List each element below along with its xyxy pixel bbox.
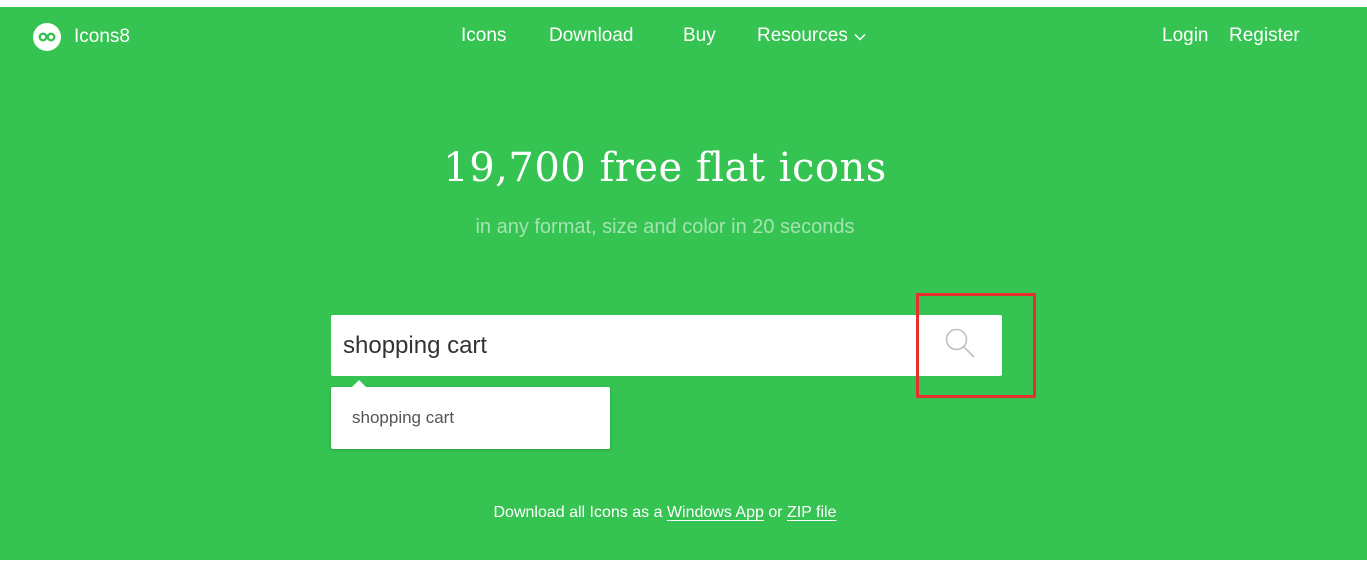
nav-download[interactable]: Download <box>549 25 634 47</box>
chevron-down-icon <box>854 25 866 47</box>
nav-buy[interactable]: Buy <box>683 25 716 47</box>
nav-resources-label: Resources <box>757 25 848 46</box>
suggestion-item[interactable]: shopping cart <box>352 408 454 428</box>
login-link[interactable]: Login <box>1162 25 1209 47</box>
download-prefix: Download all Icons as a <box>493 504 663 521</box>
suggestion-pointer <box>351 380 367 388</box>
search-button[interactable] <box>917 315 1002 376</box>
download-or: or <box>768 504 783 521</box>
brand-name: Icons8 <box>74 26 130 47</box>
logo-link[interactable]: Icons8 <box>33 23 130 51</box>
hero-title: 19,700 free flat icons <box>443 145 887 191</box>
nav-resources[interactable]: Resources <box>757 25 866 47</box>
zip-file-link[interactable]: ZIP file <box>787 504 837 521</box>
windows-app-link[interactable]: Windows App <box>667 504 764 521</box>
nav-icons[interactable]: Icons <box>461 25 506 47</box>
main-nav: Icons Download Buy Resources Login Regis… <box>0 25 1367 49</box>
download-links: Download all Icons as a Windows App or Z… <box>0 504 1330 522</box>
search-input[interactable] <box>331 315 916 376</box>
suggestion-dropdown: shopping cart <box>331 380 610 449</box>
search-box <box>331 315 1002 376</box>
register-link[interactable]: Register <box>1229 25 1300 47</box>
page: Icons8 Icons Download Buy Resources Logi… <box>0 7 1367 560</box>
search-icon <box>943 326 977 365</box>
hero-subtitle: in any format, size and color in 20 seco… <box>475 216 855 238</box>
infinity-logo-icon <box>33 23 61 51</box>
